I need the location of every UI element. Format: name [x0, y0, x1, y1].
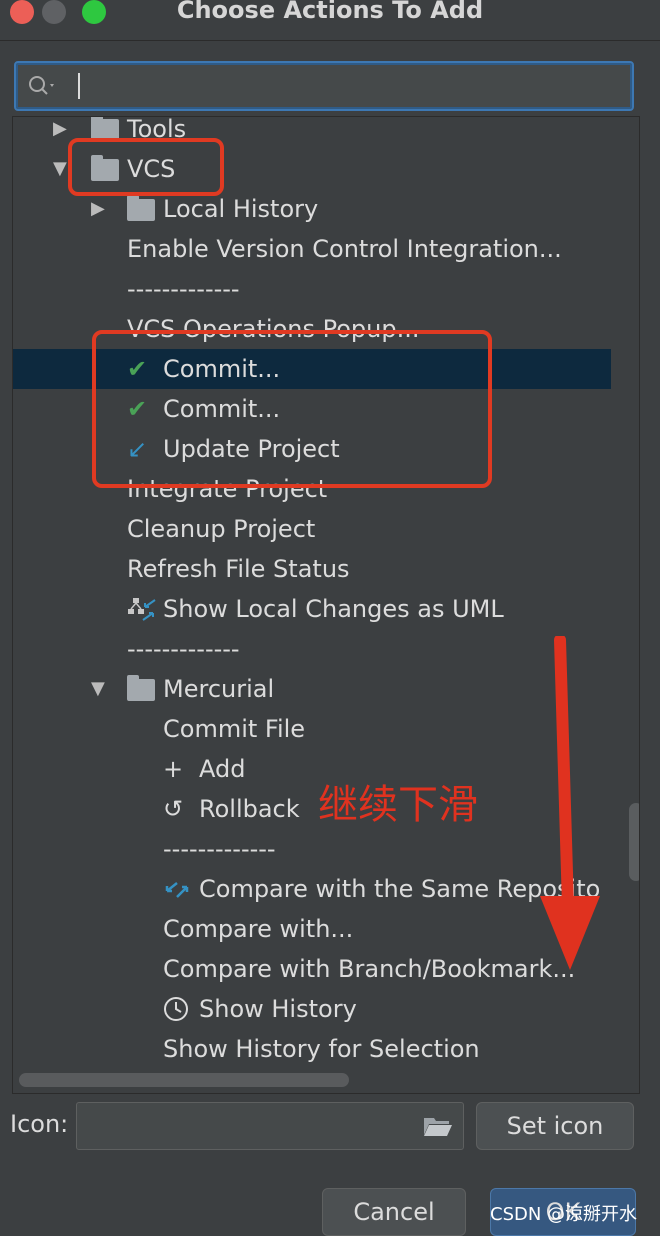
tree-item-label: Enable Version Control Integration... [127, 235, 562, 263]
commit-highlight-box [92, 330, 492, 488]
cancel-button[interactable]: Cancel [322, 1188, 466, 1236]
collapse-arrow-icon[interactable]: ▼ [53, 149, 67, 189]
separator-label: ------------- [163, 835, 276, 863]
tree-item-show-history-selection[interactable]: Show History for Selection [13, 1029, 611, 1069]
tree-item-compare-branch-bookmark[interactable]: Compare with Branch/Bookmark... [13, 949, 611, 989]
tree-item-label: Add [199, 755, 246, 783]
folder-icon [127, 675, 155, 701]
tree-separator[interactable]: ------------- [13, 629, 611, 669]
tree-item-enable-vcs[interactable]: Enable Version Control Integration... [13, 229, 611, 269]
tree-item-label: Show Local Changes as UML [163, 595, 504, 623]
browse-folder-icon[interactable] [423, 1115, 453, 1137]
tree-item-compare-with[interactable]: Compare with... [13, 909, 611, 949]
search-icon[interactable] [28, 75, 58, 97]
tree-item-cleanup-project[interactable]: Cleanup Project [13, 509, 611, 549]
tree-item-label: Cleanup Project [127, 515, 316, 543]
uml-diagram-icon [128, 598, 156, 621]
tree-item-rollback[interactable]: ↺ Rollback [13, 789, 611, 829]
separator-label: ------------- [127, 275, 240, 303]
tree-separator[interactable]: ------------- [13, 829, 611, 869]
tree-item-label: Mercurial [163, 675, 275, 703]
collapse-arrow-icon[interactable]: ▼ [91, 669, 105, 709]
horizontal-scrollbar[interactable] [19, 1073, 349, 1087]
tree-item-commit-file[interactable]: Commit File [13, 709, 611, 749]
tree-item-label: Commit File [163, 715, 306, 743]
window-title: Choose Actions To Add [176, 0, 484, 24]
search-input[interactable] [14, 61, 634, 111]
title-bar: Choose Actions To Add [0, 0, 660, 41]
tree-item-label: Show History for Selection [163, 1035, 480, 1063]
tree-item-show-history[interactable]: Show History [13, 989, 611, 1029]
tree-item-label: Compare with Branch/Bookmark... [163, 955, 576, 983]
icon-path-field[interactable] [76, 1102, 464, 1150]
clock-icon [164, 997, 188, 1021]
rollback-icon: ↺ [163, 795, 184, 823]
text-caret [78, 73, 80, 99]
plus-icon: + [163, 755, 184, 783]
vertical-scrollbar[interactable] [629, 803, 639, 881]
set-icon-button[interactable]: Set icon [476, 1102, 634, 1150]
icon-label: Icon: [10, 1110, 69, 1138]
tree-item-label: Rollback [199, 795, 300, 823]
tree-item-compare-same-repo[interactable]: Compare with the Same Reposito [13, 869, 611, 909]
scroll-down-arrow-icon [540, 636, 600, 970]
watermark: CSDN @涼掰开水 [490, 1204, 638, 1225]
tree-item-show-local-changes-uml[interactable]: Show Local Changes as UML [13, 589, 611, 629]
tree-item-add[interactable]: + Add [13, 749, 611, 789]
separator-label: ------------- [127, 635, 240, 663]
tree-item-refresh-file-status[interactable]: Refresh File Status [13, 549, 611, 589]
tree-item-label: Show History [199, 995, 357, 1023]
tree-item-label: Compare with... [163, 915, 354, 943]
folder-icon [127, 195, 155, 221]
compare-icon [165, 882, 189, 898]
annotation-text: 继续下滑 [318, 782, 478, 828]
tree-item-label: Refresh File Status [127, 555, 350, 583]
tree-separator[interactable]: ------------- [13, 269, 611, 309]
expand-arrow-icon[interactable]: ▶ [53, 117, 67, 149]
tree-item-mercurial[interactable]: ▼ Mercurial [13, 669, 611, 709]
vcs-highlight-box [68, 138, 224, 196]
